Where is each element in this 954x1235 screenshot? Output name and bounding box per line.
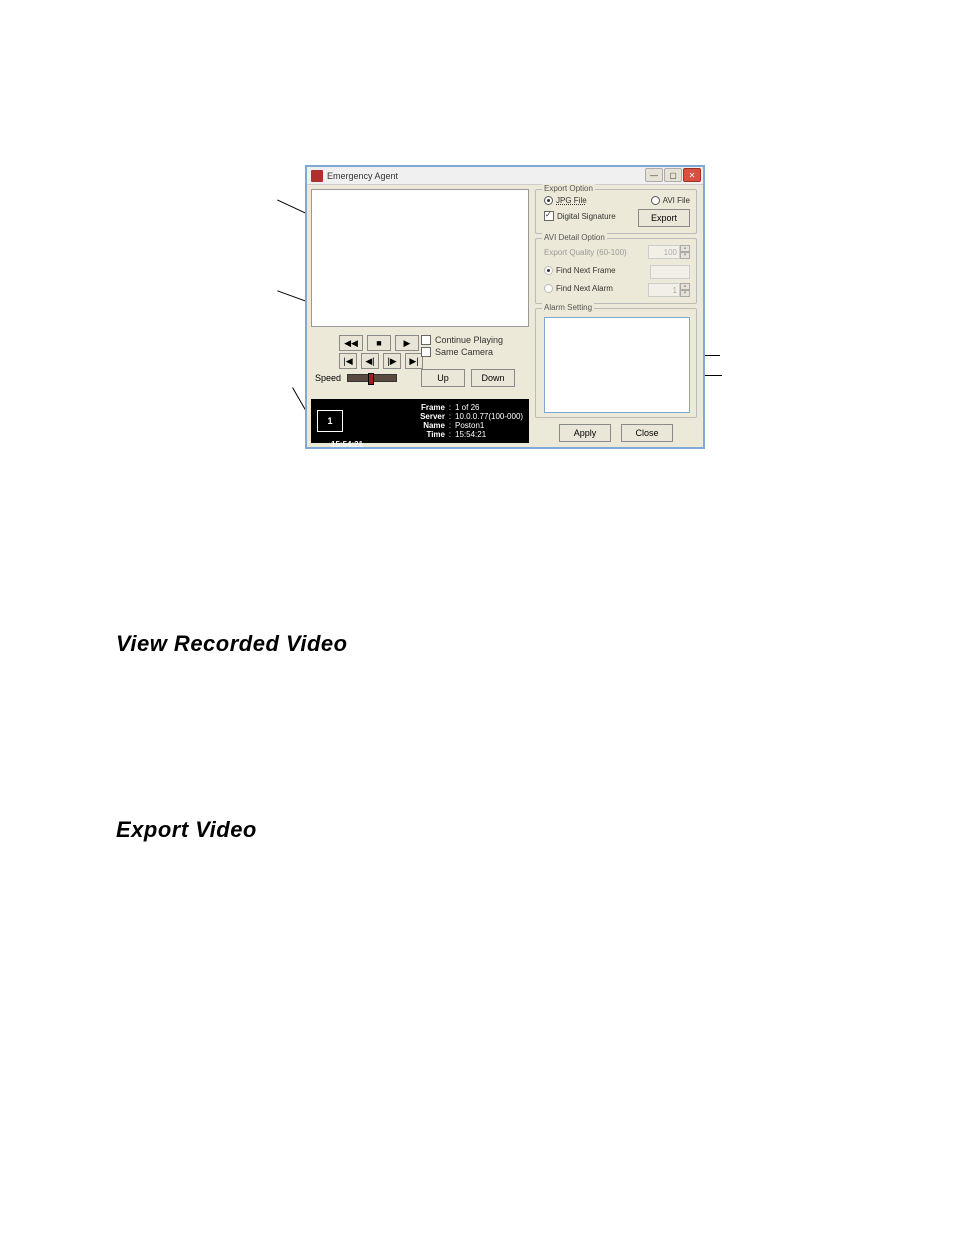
avi-detail-group: AVI Detail Option Export Quality (60-100… bbox=[535, 238, 697, 304]
app-icon bbox=[311, 170, 323, 182]
name-value: Poston1 bbox=[455, 421, 484, 430]
frame-value: 1 of 26 bbox=[455, 403, 479, 412]
spinner-down-icon: ▾ bbox=[680, 290, 690, 297]
step-back-icon: ◀| bbox=[365, 356, 374, 367]
playback-panel: ◀◀ ■ ▶ |◀ ◀| |▶ ▶| Continue Playing bbox=[311, 333, 529, 395]
find-next-alarm-spinner: 1 bbox=[648, 283, 680, 297]
titlebar[interactable]: Emergency Agent — ▢ ✕ bbox=[307, 167, 703, 185]
frame-key: Frame bbox=[413, 403, 445, 412]
first-icon: |◀ bbox=[343, 356, 352, 367]
close-button[interactable]: Close bbox=[621, 424, 673, 442]
avi-detail-legend: AVI Detail Option bbox=[542, 233, 607, 242]
emergency-agent-window: Emergency Agent — ▢ ✕ ◀◀ ■ ▶ |◀ ◀| |▶ ▶| bbox=[305, 165, 705, 449]
avi-file-label: AVI File bbox=[663, 196, 690, 205]
alarm-setting-group: Alarm Setting bbox=[535, 308, 697, 418]
find-next-alarm-radio bbox=[544, 284, 553, 293]
down-button[interactable]: Down bbox=[471, 369, 515, 387]
find-next-frame-radio bbox=[544, 266, 553, 275]
spinner-up-icon: ▴ bbox=[680, 245, 690, 252]
avi-file-radio[interactable] bbox=[651, 196, 660, 205]
step-forward-button[interactable]: |▶ bbox=[383, 353, 401, 369]
rewind-button[interactable]: ◀◀ bbox=[339, 335, 363, 351]
spinner-down-icon: ▾ bbox=[680, 252, 690, 259]
export-quality-label: Export Quality (60-100) bbox=[544, 248, 627, 257]
step-fwd-icon: |▶ bbox=[387, 356, 396, 367]
right-pane: Export Option JPG File AVI File Digital … bbox=[535, 189, 697, 447]
time-value: 15:54:21 bbox=[455, 430, 486, 439]
slider-thumb[interactable] bbox=[368, 373, 374, 385]
find-next-alarm-label: Find Next Alarm bbox=[556, 284, 613, 293]
same-camera-checkbox[interactable] bbox=[421, 347, 431, 357]
last-icon: ▶| bbox=[409, 356, 418, 367]
continue-playing-label: Continue Playing bbox=[435, 335, 503, 345]
channel-box: 1 bbox=[317, 410, 343, 432]
server-key: Server bbox=[413, 412, 445, 421]
play-icon: ▶ bbox=[404, 338, 411, 349]
channel-number: 1 bbox=[327, 416, 332, 426]
speed-slider[interactable] bbox=[347, 374, 397, 382]
first-frame-button[interactable]: |◀ bbox=[339, 353, 357, 369]
stop-icon: ■ bbox=[376, 338, 381, 348]
continue-playing-checkbox[interactable] bbox=[421, 335, 431, 345]
heading-export-video: Export Video bbox=[116, 817, 257, 843]
export-button[interactable]: Export bbox=[638, 209, 690, 227]
minimize-button[interactable]: — bbox=[645, 168, 663, 182]
export-option-group: Export Option JPG File AVI File Digital … bbox=[535, 189, 697, 234]
rewind-icon: ◀◀ bbox=[344, 338, 358, 349]
step-back-button[interactable]: ◀| bbox=[361, 353, 379, 369]
same-camera-label: Same Camera bbox=[435, 347, 493, 357]
spinner-up-icon: ▴ bbox=[680, 283, 690, 290]
up-button[interactable]: Up bbox=[421, 369, 465, 387]
jpg-file-label: JPG File bbox=[556, 196, 587, 205]
jpg-file-radio[interactable] bbox=[544, 196, 553, 205]
time-key: Time bbox=[413, 430, 445, 439]
find-next-frame-field bbox=[650, 265, 690, 279]
channel-time: 15:54:21 bbox=[331, 440, 363, 449]
digital-signature-label: Digital Signature bbox=[557, 212, 616, 221]
stop-button[interactable]: ■ bbox=[367, 335, 391, 351]
alarm-setting-legend: Alarm Setting bbox=[542, 303, 594, 312]
alarm-list[interactable] bbox=[544, 317, 690, 413]
find-next-frame-label: Find Next Frame bbox=[556, 266, 616, 275]
export-option-legend: Export Option bbox=[542, 184, 595, 193]
name-key: Name bbox=[413, 421, 445, 430]
window-title: Emergency Agent bbox=[327, 171, 398, 181]
speed-label: Speed bbox=[315, 373, 341, 383]
video-display-area bbox=[311, 189, 529, 327]
digital-signature-checkbox[interactable] bbox=[544, 211, 554, 221]
server-value: 10.0.0.77(100-000) bbox=[455, 412, 523, 421]
export-quality-spinner: 100 bbox=[648, 245, 680, 259]
heading-view-recorded-video: View Recorded Video bbox=[116, 631, 348, 657]
play-button[interactable]: ▶ bbox=[395, 335, 419, 351]
window-close-button[interactable]: ✕ bbox=[683, 168, 701, 182]
apply-button[interactable]: Apply bbox=[559, 424, 611, 442]
info-bar: 1 15:54:21 Frame:1 of 26 Server:10.0.0.7… bbox=[311, 399, 529, 443]
maximize-button[interactable]: ▢ bbox=[664, 168, 682, 182]
